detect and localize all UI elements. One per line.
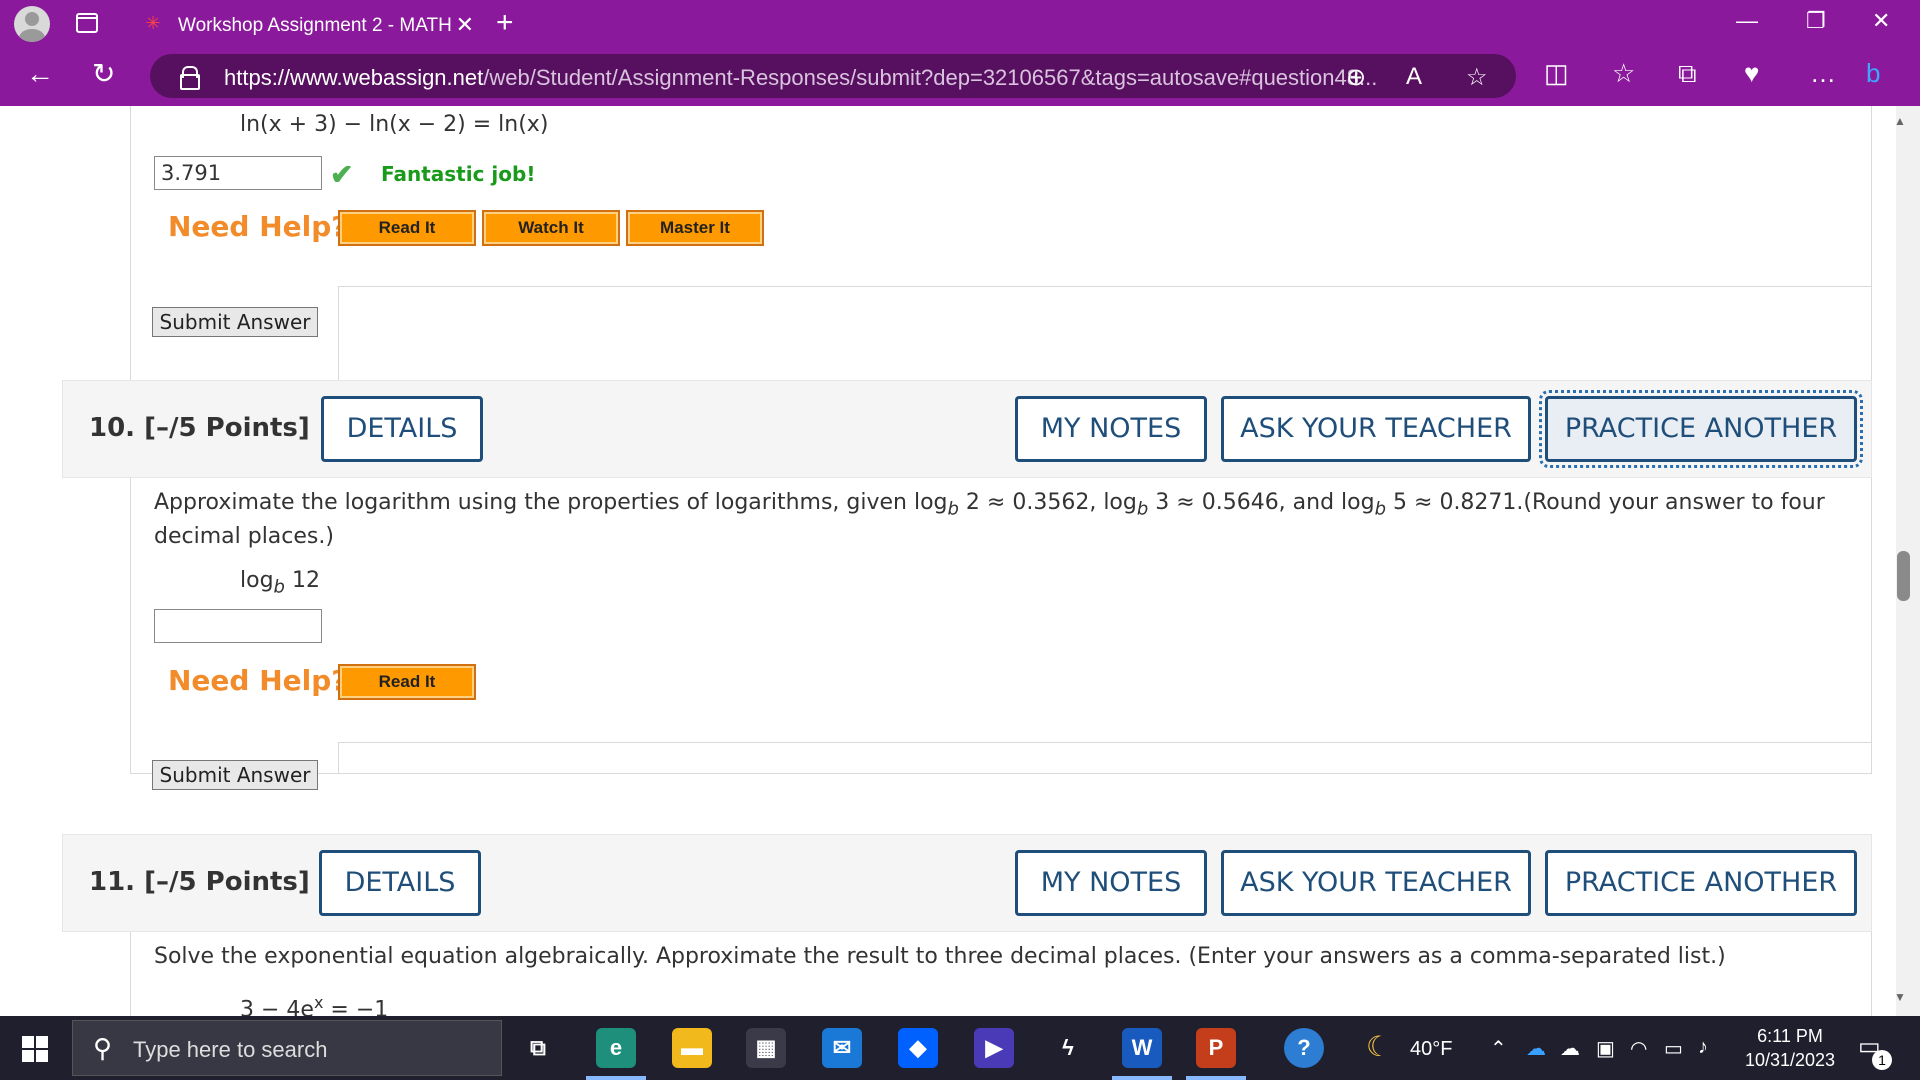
restore-icon[interactable]: ❐ — [1806, 8, 1826, 34]
wifi-icon[interactable]: ◠ — [1630, 1036, 1647, 1061]
tab-title: Workshop Assignment 2 - MATH — [178, 15, 452, 36]
q11-number-points: 11. [–/5 Points] — [89, 867, 310, 897]
q11-prompt: Solve the exponential equation algebraic… — [154, 944, 1726, 969]
clock-date: 10/31/2023 — [1744, 1050, 1836, 1070]
windows-taskbar: ⚲ Type here to search ⧉ e ▬ ▦ ✉ ◆ ▶ ϟ W … — [0, 1016, 1920, 1080]
word-icon[interactable]: W — [1122, 1028, 1162, 1068]
active-app-indicator — [586, 1076, 646, 1080]
search-placeholder: Type here to search — [133, 1037, 328, 1062]
system-clock[interactable]: 6:11 PM 10/31/2023 — [1738, 1024, 1842, 1072]
new-tab-icon[interactable]: + — [496, 6, 514, 40]
q9-need-help-label: Need Help? — [168, 210, 348, 243]
question-9-body — [130, 106, 1872, 402]
q10-prompt-line2: decimal places.) — [154, 524, 334, 549]
taskbar-search-box[interactable]: ⚲ Type here to search — [72, 1020, 502, 1076]
q9-master-it-button[interactable]: Master It — [626, 210, 764, 246]
browser-tab[interactable]: ✳ Workshop Assignment 2 - MATH ✕ — [124, 6, 480, 46]
q9-submit-answer-button[interactable]: Submit Answer — [152, 307, 318, 337]
read-aloud-icon[interactable]: A — [1406, 63, 1422, 91]
onedrive-cloud-icon[interactable]: ☁ — [1526, 1036, 1546, 1061]
favorites-icon[interactable]: ☆ — [1612, 58, 1635, 89]
task-view-icon[interactable]: ⧉ — [518, 1028, 558, 1068]
q10-read-it-button[interactable]: Read It — [338, 664, 476, 700]
q11-my-notes-button[interactable]: MY NOTES — [1015, 850, 1207, 916]
q9-equation: ln(x + 3) − ln(x − 2) = ln(x) — [240, 112, 549, 137]
battery-icon[interactable]: ▭ — [1664, 1036, 1683, 1061]
edge-browser-icon[interactable]: e — [596, 1028, 636, 1068]
onedrive-personal-cloud-icon[interactable]: ☁ — [1560, 1036, 1580, 1061]
tab-actions-icon[interactable] — [76, 13, 98, 33]
dropbox-icon[interactable]: ◆ — [898, 1028, 938, 1068]
lock-icon[interactable] — [180, 66, 200, 90]
minimize-icon[interactable]: — — [1736, 8, 1758, 34]
scrollbar-thumb[interactable] — [1897, 551, 1910, 601]
split-screen-icon[interactable]: ◫ — [1544, 58, 1569, 89]
volume-icon[interactable]: ♪ — [1698, 1036, 1708, 1059]
favorite-star-icon[interactable]: ☆ — [1466, 63, 1488, 92]
active-app-indicator — [1112, 1076, 1172, 1080]
q9-answer-input[interactable]: 3.791 — [154, 156, 322, 190]
q10-practice-another-button[interactable]: PRACTICE ANOTHER — [1539, 390, 1863, 468]
divider — [338, 742, 339, 774]
divider — [338, 742, 1872, 743]
q11-ask-teacher-button[interactable]: ASK YOUR TEACHER — [1221, 850, 1531, 916]
window-close-icon[interactable]: ✕ — [1872, 8, 1890, 34]
question-11-header: 11. [–/5 Points] DETAILS MY NOTES ASK YO… — [62, 834, 1872, 932]
scroll-up-arrow-icon[interactable]: ▲ — [1894, 114, 1906, 128]
tab-close-icon[interactable]: ✕ — [456, 12, 474, 38]
q10-answer-input[interactable] — [154, 609, 322, 643]
q10-my-notes-button[interactable]: MY NOTES — [1015, 396, 1207, 462]
q11-equation: 3 − 4ex = −1 — [240, 993, 389, 1016]
question-10-header: 10. [–/5 Points] DETAILS MY NOTES ASK YO… — [62, 380, 1872, 478]
scroll-down-arrow-icon[interactable]: ▼ — [1894, 990, 1906, 1004]
weather-moon-icon[interactable]: ☾ — [1366, 1030, 1391, 1063]
address-bar[interactable]: https://www.webassign.net/web/Student/As… — [150, 54, 1516, 98]
clipchamp-icon[interactable]: ▶ — [974, 1028, 1014, 1068]
microsoft-store-icon[interactable]: ▦ — [746, 1028, 786, 1068]
page-content: ln(x + 3) − ln(x − 2) = ln(x) 3.791 ✔ Fa… — [6, 106, 1900, 1016]
q10-submit-answer-button[interactable]: Submit Answer — [152, 760, 318, 790]
q9-watch-it-button[interactable]: Watch It — [482, 210, 620, 246]
q11-practice-another-button[interactable]: PRACTICE ANOTHER — [1545, 850, 1857, 916]
help-app-icon[interactable]: ? — [1284, 1028, 1324, 1068]
q10-details-button[interactable]: DETAILS — [321, 396, 483, 462]
file-explorer-icon[interactable]: ▬ — [672, 1028, 712, 1068]
q11-details-button[interactable]: DETAILS — [319, 850, 481, 916]
q9-read-it-button[interactable]: Read It — [338, 210, 476, 246]
browser-essentials-icon[interactable]: ♥ — [1744, 58, 1759, 89]
copilot-icon[interactable]: b — [1866, 58, 1880, 89]
q10-ask-teacher-button[interactable]: ASK YOUR TEACHER — [1221, 396, 1531, 462]
browser-title-bar: ✳ Workshop Assignment 2 - MATH ✕ + — ❐ ✕ — [0, 0, 1920, 46]
q10-expression: logb 12 — [240, 568, 320, 598]
q9-feedback: Fantastic job! — [381, 162, 536, 186]
q10-number-points: 10. [–/5 Points] — [89, 413, 310, 443]
display-icon[interactable]: ▣ — [1596, 1036, 1615, 1061]
powerpoint-icon[interactable]: P — [1196, 1028, 1236, 1068]
active-app-indicator — [1186, 1076, 1246, 1080]
refresh-icon[interactable]: ↻ — [92, 56, 115, 92]
browser-toolbar: ← ↻ https://www.webassign.net/web/Studen… — [0, 46, 1920, 106]
zoom-icon[interactable]: ⊕ — [1346, 63, 1366, 92]
collections-icon[interactable]: ⧉ — [1678, 58, 1697, 90]
q10-prompt: Approximate the logarithm using the prop… — [154, 490, 1825, 520]
q10-need-help-label: Need Help? — [168, 664, 348, 697]
url-text[interactable]: https://www.webassign.net/web/Student/As… — [224, 65, 1377, 91]
correct-check-icon: ✔ — [330, 159, 354, 190]
clock-time: 6:11 PM — [1757, 1026, 1823, 1046]
more-options-icon[interactable]: … — [1810, 58, 1836, 89]
search-icon: ⚲ — [93, 1033, 113, 1063]
show-hidden-icons-chevron-icon[interactable]: ⌃ — [1490, 1036, 1507, 1061]
webassign-favicon-icon: ✳ — [145, 13, 161, 33]
mail-icon[interactable]: ✉ — [822, 1028, 862, 1068]
weather-temperature[interactable]: 40°F — [1410, 1038, 1452, 1061]
back-arrow-icon[interactable]: ← — [26, 56, 54, 92]
divider — [338, 286, 1872, 287]
windows-start-icon[interactable] — [22, 1036, 48, 1062]
notification-count-badge: 1 — [1872, 1050, 1892, 1070]
app-lightning-icon[interactable]: ϟ — [1048, 1028, 1088, 1068]
profile-avatar-icon[interactable] — [14, 6, 50, 42]
